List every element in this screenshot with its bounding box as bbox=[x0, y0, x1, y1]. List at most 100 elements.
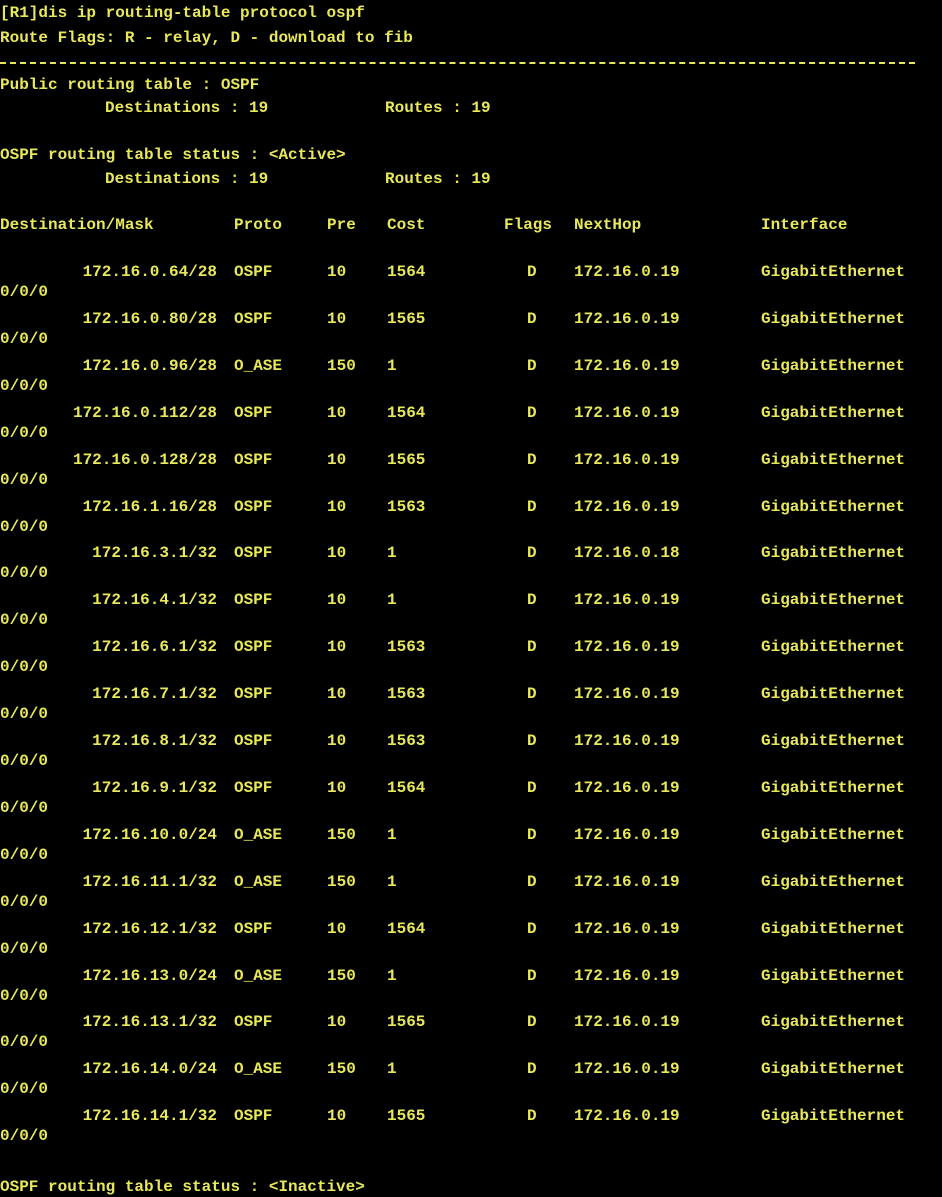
route-interface: GigabitEthernet bbox=[761, 685, 906, 703]
route-flags: D bbox=[527, 357, 537, 375]
route-proto: O_ASE bbox=[234, 967, 283, 985]
route-interface-continuation: 0/0/0 bbox=[0, 518, 49, 536]
route-cost: 1565 bbox=[387, 1107, 426, 1125]
route-destination: 172.16.12.1/32 bbox=[82, 920, 217, 938]
route-flags: D bbox=[527, 544, 537, 562]
route-preference: 10 bbox=[327, 544, 347, 562]
route-preference: 10 bbox=[327, 638, 347, 656]
route-destination: 172.16.9.1/32 bbox=[92, 779, 217, 797]
route-destination: 172.16.0.80/28 bbox=[82, 310, 217, 328]
route-flags-legend: Route Flags: R - relay, D - download to … bbox=[0, 29, 413, 47]
route-interface: GigabitEthernet bbox=[761, 732, 906, 750]
route-proto: OSPF bbox=[234, 685, 273, 703]
route-interface-continuation: 0/0/0 bbox=[0, 1033, 49, 1051]
route-proto: O_ASE bbox=[234, 357, 283, 375]
route-flags: D bbox=[527, 826, 537, 844]
route-preference: 10 bbox=[327, 1107, 347, 1125]
route-flags: D bbox=[527, 1107, 537, 1125]
route-interface-continuation: 0/0/0 bbox=[0, 799, 49, 817]
route-nexthop: 172.16.0.19 bbox=[574, 873, 680, 891]
inactive-status-heading: OSPF routing table status : <Inactive> bbox=[0, 1178, 365, 1196]
route-proto: OSPF bbox=[234, 451, 273, 469]
route-nexthop: 172.16.0.19 bbox=[574, 1013, 680, 1031]
route-nexthop: 172.16.0.19 bbox=[574, 357, 680, 375]
route-preference: 10 bbox=[327, 310, 347, 328]
route-interface-continuation: 0/0/0 bbox=[0, 1127, 49, 1145]
route-proto: O_ASE bbox=[234, 826, 283, 844]
route-preference: 150 bbox=[327, 826, 356, 844]
route-destination: 172.16.1.16/28 bbox=[82, 498, 217, 516]
route-interface: GigabitEthernet bbox=[761, 357, 906, 375]
header-destination: Destination/Mask bbox=[0, 216, 154, 234]
route-preference: 150 bbox=[327, 1060, 356, 1078]
route-nexthop: 172.16.0.18 bbox=[574, 544, 680, 562]
route-destination: 172.16.10.0/24 bbox=[82, 826, 217, 844]
route-cost: 1563 bbox=[387, 638, 426, 656]
route-proto: OSPF bbox=[234, 404, 273, 422]
route-interface-continuation: 0/0/0 bbox=[0, 846, 49, 864]
route-nexthop: 172.16.0.19 bbox=[574, 404, 680, 422]
route-interface: GigabitEthernet bbox=[761, 498, 906, 516]
route-interface: GigabitEthernet bbox=[761, 451, 906, 469]
route-preference: 150 bbox=[327, 357, 356, 375]
route-destination: 172.16.4.1/32 bbox=[92, 591, 217, 609]
route-cost: 1 bbox=[387, 544, 397, 562]
route-preference: 10 bbox=[327, 498, 347, 516]
route-destination: 172.16.13.1/32 bbox=[82, 1013, 217, 1031]
route-destination: 172.16.3.1/32 bbox=[92, 544, 217, 562]
route-nexthop: 172.16.0.19 bbox=[574, 967, 680, 985]
route-interface-continuation: 0/0/0 bbox=[0, 330, 49, 348]
route-preference: 10 bbox=[327, 685, 347, 703]
header-pre: Pre bbox=[327, 216, 356, 234]
route-preference: 10 bbox=[327, 1013, 347, 1031]
route-interface: GigabitEthernet bbox=[761, 920, 906, 938]
route-cost: 1 bbox=[387, 591, 397, 609]
route-cost: 1563 bbox=[387, 732, 426, 750]
route-nexthop: 172.16.0.19 bbox=[574, 1107, 680, 1125]
route-interface: GigabitEthernet bbox=[761, 826, 906, 844]
route-flags: D bbox=[527, 263, 537, 281]
route-proto: OSPF bbox=[234, 310, 273, 328]
route-interface-continuation: 0/0/0 bbox=[0, 471, 49, 489]
route-proto: OSPF bbox=[234, 498, 273, 516]
route-nexthop: 172.16.0.19 bbox=[574, 263, 680, 281]
active-status-heading: OSPF routing table status : <Active> bbox=[0, 146, 346, 164]
route-interface: GigabitEthernet bbox=[761, 967, 906, 985]
route-nexthop: 172.16.0.19 bbox=[574, 732, 680, 750]
route-destination: 172.16.0.112/28 bbox=[72, 404, 217, 422]
dashed-separator bbox=[0, 62, 915, 64]
route-destination: 172.16.7.1/32 bbox=[92, 685, 217, 703]
route-cost: 1564 bbox=[387, 263, 426, 281]
route-interface: GigabitEthernet bbox=[761, 779, 906, 797]
route-cost: 1565 bbox=[387, 451, 426, 469]
terminal-window[interactable]: [R1]dis ip routing-table protocol ospf R… bbox=[0, 0, 942, 1196]
route-interface-continuation: 0/0/0 bbox=[0, 893, 49, 911]
route-interface-continuation: 0/0/0 bbox=[0, 752, 49, 770]
route-flags: D bbox=[527, 685, 537, 703]
route-nexthop: 172.16.0.19 bbox=[574, 685, 680, 703]
route-preference: 10 bbox=[327, 779, 347, 797]
route-proto: OSPF bbox=[234, 920, 273, 938]
route-nexthop: 172.16.0.19 bbox=[574, 591, 680, 609]
route-preference: 10 bbox=[327, 404, 347, 422]
route-flags: D bbox=[527, 1013, 537, 1031]
route-proto: O_ASE bbox=[234, 1060, 283, 1078]
route-cost: 1 bbox=[387, 826, 397, 844]
route-interface-continuation: 0/0/0 bbox=[0, 611, 49, 629]
route-cost: 1 bbox=[387, 967, 397, 985]
route-flags: D bbox=[527, 498, 537, 516]
route-cost: 1563 bbox=[387, 685, 426, 703]
route-preference: 150 bbox=[327, 967, 356, 985]
route-proto: OSPF bbox=[234, 732, 273, 750]
route-interface: GigabitEthernet bbox=[761, 404, 906, 422]
route-interface: GigabitEthernet bbox=[761, 638, 906, 656]
header-proto: Proto bbox=[234, 216, 283, 234]
route-preference: 10 bbox=[327, 263, 347, 281]
route-nexthop: 172.16.0.19 bbox=[574, 310, 680, 328]
route-proto: OSPF bbox=[234, 638, 273, 656]
route-flags: D bbox=[527, 873, 537, 891]
route-cost: 1564 bbox=[387, 920, 426, 938]
header-interface: Interface bbox=[761, 216, 848, 234]
route-interface-continuation: 0/0/0 bbox=[0, 658, 49, 676]
route-destination: 172.16.8.1/32 bbox=[92, 732, 217, 750]
